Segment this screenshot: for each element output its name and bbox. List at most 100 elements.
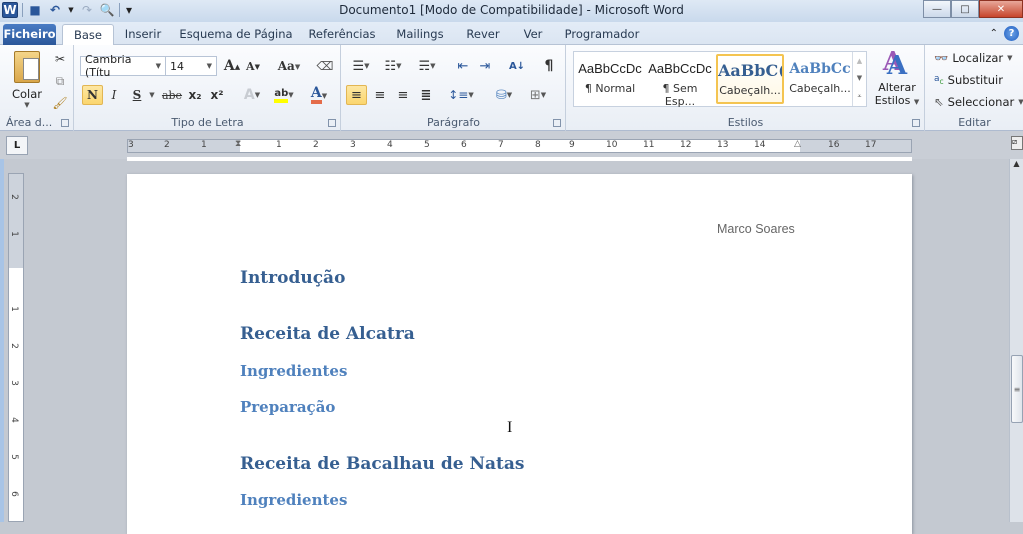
- shrink-font-button[interactable]: A ▼: [245, 56, 261, 76]
- ruler-label: 3: [8, 380, 19, 386]
- ruler-label: 2: [164, 140, 170, 150]
- style-name: ¶ Sem Esp...: [662, 82, 698, 108]
- help-icon[interactable]: ?: [1004, 26, 1019, 41]
- view-ruler-icon[interactable]: ⧄: [1011, 136, 1023, 150]
- heading-introducao[interactable]: Introdução: [240, 268, 345, 288]
- more-styles-icon[interactable]: ⩡: [858, 92, 862, 101]
- borders-button[interactable]: ⊞ ▼: [524, 85, 552, 105]
- underline-button[interactable]: S: [128, 85, 146, 105]
- select-button[interactable]: ⇖ Seleccionar ▼: [934, 95, 1023, 109]
- close-button[interactable]: ✕: [979, 0, 1023, 18]
- replace-button[interactable]: ac Substituir: [934, 73, 1003, 87]
- header-author[interactable]: Marco Soares: [717, 222, 795, 236]
- styles-launcher-icon[interactable]: [912, 119, 920, 127]
- font-name-combo[interactable]: Cambria (Títu ▼: [80, 53, 166, 79]
- style-normal[interactable]: AaBbCcDc ¶ Normal: [576, 54, 644, 104]
- vertical-scrollbar[interactable]: ▲ ≡: [1009, 159, 1023, 522]
- underline-dropdown-icon[interactable]: ▼: [148, 85, 156, 105]
- style-cabecalho-1[interactable]: AaBbC( Cabeçalh...: [716, 54, 784, 104]
- scroll-up-arrow-icon[interactable]: ▲: [1010, 159, 1023, 168]
- clear-formatting-icon[interactable]: ⌫: [315, 56, 335, 76]
- tab-selector-button[interactable]: L: [6, 136, 28, 155]
- heading-receita-alcatra[interactable]: Receita de Alcatra: [240, 324, 415, 344]
- align-right-icon[interactable]: ≡: [393, 85, 413, 105]
- tab-esquema-de-pagina[interactable]: Esquema de Página: [178, 24, 294, 45]
- strikethrough-button[interactable]: abe: [161, 85, 183, 105]
- scroll-up-icon[interactable]: ▲: [857, 57, 862, 65]
- subheading-ingredientes-2[interactable]: Ingredientes: [240, 491, 347, 509]
- copy-icon[interactable]: ⧉: [52, 71, 68, 91]
- ruler-label: 4: [8, 417, 19, 423]
- line-spacing-button[interactable]: ↕≡ ▼: [448, 85, 474, 105]
- previous-page-bottom: [127, 157, 912, 161]
- multilevel-list-button[interactable]: ☴ ▼: [414, 56, 440, 76]
- tab-inserir[interactable]: Inserir: [120, 24, 166, 45]
- title-bar: W ■ ↶ ▼ ↷ 🔍 ▾ Documento1 [Modo de Compat…: [0, 0, 1023, 22]
- bullet-list-icon: ☰: [352, 58, 365, 74]
- font-color-button[interactable]: A ▼: [306, 85, 332, 105]
- maximize-button[interactable]: □: [951, 0, 979, 18]
- vertical-ruler[interactable]: 2 1 1 2 3 4 5 6: [8, 173, 24, 522]
- italic-button[interactable]: I: [105, 85, 123, 105]
- heading-receita-bacalhau[interactable]: Receita de Bacalhau de Natas: [240, 454, 524, 474]
- ruler-label: 11: [643, 140, 655, 150]
- tab-base[interactable]: Base: [62, 24, 114, 46]
- subheading-preparacao[interactable]: Preparação: [240, 398, 335, 416]
- paste-button[interactable]: Colar ▼: [10, 51, 44, 125]
- ruler-label: 4: [387, 140, 393, 150]
- tab-ficheiro[interactable]: Ficheiro: [3, 24, 56, 45]
- minimize-ribbon-icon[interactable]: ⌃: [990, 28, 998, 39]
- font-launcher-icon[interactable]: [328, 119, 336, 127]
- minimize-button[interactable]: —: [923, 0, 951, 18]
- increase-indent-icon[interactable]: ⇥: [476, 56, 494, 76]
- font-size-combo[interactable]: 14 ▼: [165, 56, 217, 76]
- subscript-button[interactable]: x₂: [186, 85, 204, 105]
- change-case-button[interactable]: Aa ▼: [277, 56, 301, 76]
- align-left-icon: ≡: [351, 87, 362, 103]
- show-formatting-button[interactable]: ¶: [540, 56, 558, 76]
- format-painter-icon[interactable]: 🖌: [52, 93, 68, 113]
- clipboard-launcher-icon[interactable]: [61, 119, 69, 127]
- bold-button[interactable]: N: [82, 85, 103, 105]
- tab-ver[interactable]: Ver: [516, 24, 550, 45]
- ruler-label: 6: [8, 491, 19, 497]
- style-name: ¶ Normal: [584, 82, 636, 95]
- tab-referencias[interactable]: Referências: [306, 24, 378, 45]
- scrollbar-thumb[interactable]: ≡: [1011, 355, 1023, 423]
- window-controls: — □ ✕: [923, 0, 1023, 18]
- highlight-color-button[interactable]: ab ▼: [271, 85, 297, 105]
- ruler-label: 1: [201, 140, 207, 150]
- change-styles-button[interactable]: A Alterar Estilos ▼: [873, 51, 921, 107]
- find-button[interactable]: 👓 Localizar ▼: [934, 51, 1013, 65]
- tab-mailings[interactable]: Mailings: [390, 24, 450, 45]
- style-cabecalho-2[interactable]: AaBbCc Cabeçalh...: [786, 54, 854, 104]
- superscript-button[interactable]: x²: [208, 85, 226, 105]
- shading-button[interactable]: ⛁ ▼: [490, 85, 518, 105]
- horizontal-ruler[interactable]: 3 2 1 ⧗ 1 2 3 4 5 6 7 8 9 10 11 12 13 14…: [127, 139, 912, 153]
- paragraph-launcher-icon[interactable]: [553, 119, 561, 127]
- ruler-label: 1: [276, 140, 282, 150]
- styles-gallery-scroll[interactable]: ▲ ▼ ⩡: [852, 52, 866, 106]
- cut-icon[interactable]: ✂: [52, 49, 68, 69]
- sort-button[interactable]: A↓: [506, 56, 528, 76]
- right-indent-marker-icon[interactable]: △: [794, 140, 801, 149]
- ruler-label: 16: [828, 140, 840, 150]
- numbering-button[interactable]: ☷ ▼: [380, 56, 406, 76]
- ruler-label: 2: [313, 140, 319, 150]
- tab-programador[interactable]: Programador: [562, 24, 642, 45]
- subheading-ingredientes[interactable]: Ingredientes: [240, 362, 347, 380]
- style-sem-espacamento[interactable]: AaBbCcDc ¶ Sem Esp...: [646, 54, 714, 108]
- tab-rever[interactable]: Rever: [462, 24, 504, 45]
- align-left-button[interactable]: ≡: [346, 85, 367, 105]
- scroll-down-icon[interactable]: ▼: [857, 74, 862, 82]
- justify-icon[interactable]: ≣: [416, 85, 436, 105]
- align-center-icon[interactable]: ≡: [370, 85, 390, 105]
- indent-marker-icon[interactable]: ⧗: [235, 140, 241, 149]
- grow-font-button[interactable]: A ▲: [223, 56, 241, 76]
- ruler-label: 3: [350, 140, 356, 150]
- bullets-button[interactable]: ☰ ▼: [348, 56, 374, 76]
- highlighter-icon: ab: [274, 88, 289, 103]
- text-effects-icon[interactable]: A ▼: [241, 85, 263, 105]
- decrease-indent-icon[interactable]: ⇤: [454, 56, 472, 76]
- paragraph-group: ☰ ▼ ☷ ▼ ☴ ▼ ⇤ ⇥ A↓ ¶ ≡ ≡ ≡ ≣ ↕≡ ▼ ⛁ ▼ ⊞ ▼ Pará…: [342, 45, 566, 131]
